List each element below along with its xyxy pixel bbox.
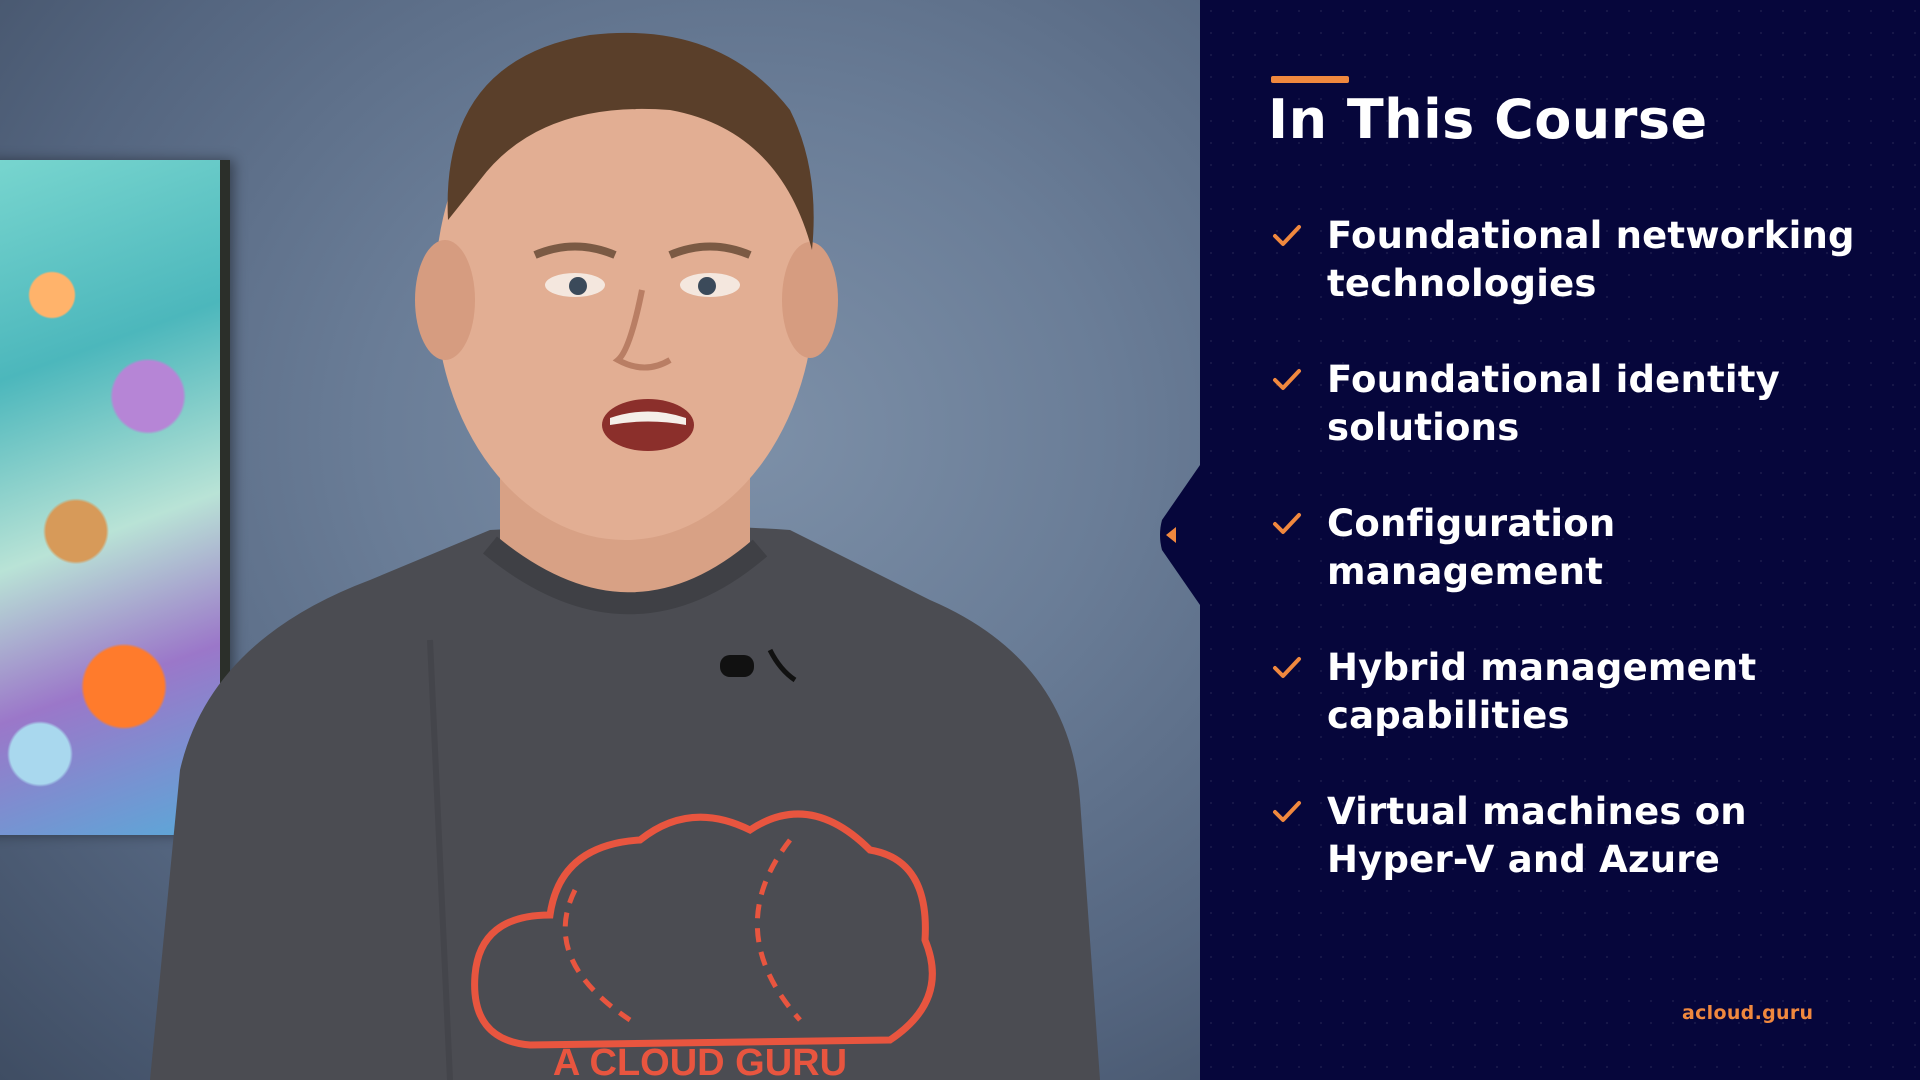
list-item-label: Virtual machines on Hyper-V and Azure (1327, 790, 1747, 881)
list-item-label: Foundational identity solutions (1327, 358, 1780, 449)
list-item-label: Hybrid management capabilities (1327, 646, 1757, 737)
checkmark-icon (1273, 657, 1301, 678)
list-item-label: Foundational networking technologies (1327, 214, 1855, 305)
presenter-video: A CLOUD GURU (0, 0, 1200, 1080)
checkmark-icon (1273, 369, 1301, 390)
list-item: Virtual machines on Hyper-V and Azure (1268, 788, 1888, 932)
slide-title: In This Course (1268, 88, 1708, 151)
caret-left-icon (1160, 465, 1200, 605)
list-item: Foundational networking technologies (1268, 212, 1888, 356)
list-item-label: Configuration management (1327, 502, 1616, 593)
slide-panel: In This Course Foundational networking t… (1200, 0, 1920, 1080)
list-item: Configuration management (1268, 500, 1888, 644)
brand-logo: acloud.guru (1682, 1002, 1814, 1024)
checkmark-icon (1273, 513, 1301, 534)
list-item: Foundational identity solutions (1268, 356, 1888, 500)
shirt-text: A CLOUD GURU (553, 1042, 847, 1080)
title-accent-bar (1271, 76, 1349, 83)
video-frame: A CLOUD GURU In This Course Foundational… (0, 0, 1920, 1080)
presenter: A CLOUD GURU (150, 32, 1100, 1080)
list-item: Hybrid management capabilities (1268, 644, 1888, 788)
checkmark-icon (1273, 225, 1301, 246)
course-topics-list: Foundational networking technologies Fou… (1268, 212, 1888, 932)
checkmark-icon (1273, 801, 1301, 822)
